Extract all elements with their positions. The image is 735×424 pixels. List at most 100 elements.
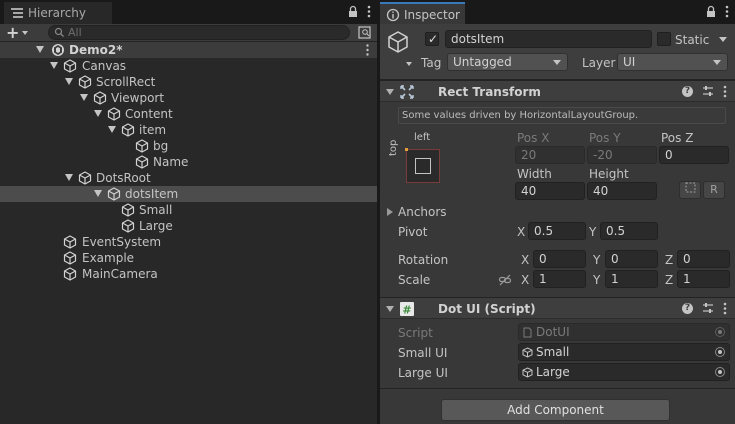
tree-row-scrollrect[interactable]: ScrollRect xyxy=(0,74,377,90)
expand-arrow-icon[interactable] xyxy=(50,62,58,69)
help-icon[interactable]: ? xyxy=(682,303,693,314)
add-component-button[interactable]: Add Component xyxy=(441,399,670,421)
anchor-preset-button[interactable] xyxy=(405,148,440,183)
tree-row-eventsystem[interactable]: EventSystem xyxy=(0,234,377,250)
fold-arrow-icon[interactable] xyxy=(386,306,394,312)
tree-row-canvas[interactable]: Canvas xyxy=(0,58,377,74)
inspector-tabbar: Inspector xyxy=(380,0,735,24)
pivot-y-field[interactable]: 0.5 xyxy=(600,222,658,240)
fold-arrow-icon[interactable] xyxy=(386,89,394,95)
component-menu-icon[interactable] xyxy=(723,85,727,98)
tag-dropdown[interactable]: Untagged xyxy=(447,53,568,71)
component-menu-icon[interactable] xyxy=(723,302,727,315)
link-icon[interactable] xyxy=(498,273,512,287)
scene-menu-icon[interactable] xyxy=(366,44,369,56)
expand-arrow-icon[interactable] xyxy=(36,46,44,53)
help-icon[interactable]: ? xyxy=(682,86,693,97)
tree-row-content[interactable]: Content xyxy=(0,106,377,122)
small-ui-field[interactable]: Small xyxy=(518,343,730,361)
tab-inspector-label: Inspector xyxy=(404,8,460,22)
tree-row-small[interactable]: Small xyxy=(0,202,377,218)
tree-row-maincamera[interactable]: MainCamera xyxy=(0,266,377,282)
dot-ui-header[interactable]: # Dot UI (Script) ? xyxy=(380,297,735,319)
pivot-x-field[interactable]: 0.5 xyxy=(528,222,586,240)
lock-icon[interactable] xyxy=(705,5,717,18)
tree-row-large[interactable]: Large xyxy=(0,218,377,234)
plus-icon: + xyxy=(6,23,20,42)
scale-x-field[interactable]: 1 xyxy=(533,270,586,288)
large-ui-field[interactable]: Large xyxy=(518,363,730,381)
tree-row-example[interactable]: Example xyxy=(0,250,377,266)
lock-icon[interactable] xyxy=(347,5,359,18)
pos-x-label: Pos X xyxy=(517,131,550,145)
gameobject-icon xyxy=(63,59,77,73)
tab-inspector[interactable]: Inspector xyxy=(380,2,465,24)
search-options-icon[interactable] xyxy=(357,25,373,40)
anchors-label[interactable]: Anchors xyxy=(398,204,447,220)
static-dropdown[interactable] xyxy=(719,37,727,42)
gameobject-header: ✓ dotsItem Static Tag Untagged Layer UI xyxy=(380,24,735,80)
static-checkbox[interactable] xyxy=(657,32,671,46)
raw-edit-button[interactable]: R xyxy=(703,181,725,199)
expand-arrow-icon[interactable] xyxy=(65,78,73,85)
blueprint-icon xyxy=(685,182,695,193)
script-label: Script xyxy=(398,326,433,340)
active-checkbox[interactable]: ✓ xyxy=(425,32,439,46)
static-label: Static xyxy=(675,33,710,47)
object-picker-icon xyxy=(715,327,725,337)
hierarchy-tabbar: Hierarchy xyxy=(0,0,377,24)
scale-y-field[interactable]: 1 xyxy=(605,270,658,288)
tree-item-label: Small xyxy=(139,203,173,217)
presets-icon[interactable] xyxy=(702,302,714,315)
anchors-fold-arrow-icon[interactable] xyxy=(387,208,393,216)
chevron-down-icon[interactable] xyxy=(406,62,412,66)
tag-label: Tag xyxy=(421,56,442,70)
tree-row-bg[interactable]: bg xyxy=(0,138,377,154)
tree-row-item[interactable]: item xyxy=(0,122,377,138)
search-input[interactable]: All xyxy=(48,25,350,40)
object-name-field[interactable]: dotsItem xyxy=(445,30,652,48)
gameobject-icon xyxy=(121,203,135,217)
object-picker-icon[interactable] xyxy=(715,367,725,377)
small-ui-label: Small UI xyxy=(398,346,448,360)
gameobject-icon[interactable] xyxy=(386,30,410,54)
rotation-y-field[interactable]: 0 xyxy=(605,250,658,268)
expand-arrow-icon[interactable] xyxy=(94,110,102,117)
tree-row-dotsroot[interactable]: DotsRoot xyxy=(0,170,377,186)
tab-hierarchy[interactable]: Hierarchy xyxy=(4,2,112,24)
pos-x-field: 20 xyxy=(515,146,585,164)
script-file-icon xyxy=(523,327,532,338)
expand-arrow-icon[interactable] xyxy=(80,94,88,101)
scene-name: Demo2* xyxy=(69,43,123,57)
rotation-z-field[interactable]: 0 xyxy=(677,250,730,268)
expand-arrow-icon[interactable] xyxy=(65,174,73,181)
gameobject-icon xyxy=(63,251,77,265)
panel-menu-icon[interactable] xyxy=(725,5,729,18)
pos-z-field[interactable]: 0 xyxy=(659,146,729,164)
blueprint-mode-button[interactable] xyxy=(679,181,701,199)
create-button[interactable]: + xyxy=(6,25,36,41)
object-picker-icon[interactable] xyxy=(715,347,725,357)
width-field[interactable]: 40 xyxy=(515,182,585,200)
presets-icon[interactable] xyxy=(702,85,714,98)
svg-text:#: # xyxy=(402,304,411,317)
layer-value: UI xyxy=(623,55,636,69)
tree-item-label: Large xyxy=(139,219,173,233)
tree-row-name[interactable]: Name xyxy=(0,154,377,170)
rot-x-label: X xyxy=(521,253,530,267)
expand-arrow-icon[interactable] xyxy=(94,190,102,197)
gameobject-icon xyxy=(63,235,77,249)
rect-transform-header[interactable]: Rect Transform ? xyxy=(380,80,735,102)
gameobject-icon xyxy=(135,139,149,153)
gameobject-icon xyxy=(522,347,533,358)
panel-menu-icon[interactable] xyxy=(367,5,371,18)
scale-z-field[interactable]: 1 xyxy=(677,270,730,288)
height-field[interactable]: 40 xyxy=(587,182,657,200)
tree-item-label: Canvas xyxy=(82,59,127,73)
rotation-x-field[interactable]: 0 xyxy=(533,250,586,268)
layer-dropdown[interactable]: UI xyxy=(617,53,728,71)
scene-row[interactable]: Demo2* xyxy=(0,42,377,58)
tree-row-dotsitem[interactable]: dotsItem xyxy=(0,186,377,202)
expand-arrow-icon[interactable] xyxy=(108,126,116,133)
tree-row-viewport[interactable]: Viewport xyxy=(0,90,377,106)
